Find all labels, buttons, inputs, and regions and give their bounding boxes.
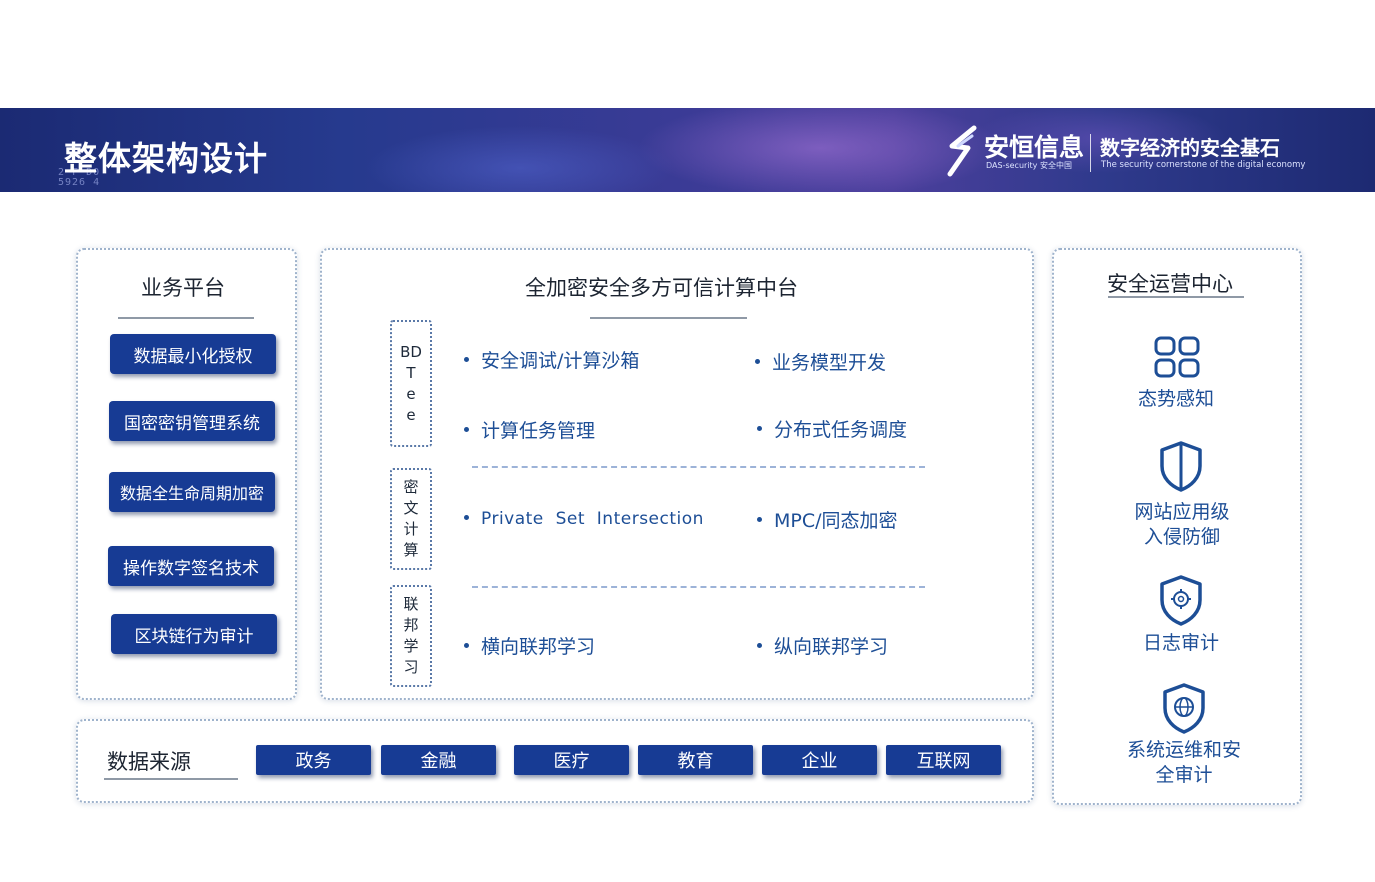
data-sources-title: 数据来源	[107, 750, 191, 774]
page-title: 整体架构设计	[64, 139, 268, 178]
compute-item: 安全调试/计算沙箱	[464, 346, 639, 373]
bullet-icon	[464, 514, 469, 520]
group-label-bdtee: BD T e e	[390, 320, 432, 447]
security-item-line: 日志审计	[1142, 632, 1219, 654]
bullet-icon	[464, 643, 469, 648]
bullet-icon	[755, 359, 760, 364]
group-label-char: 文	[403, 499, 419, 517]
group-label-char: 学	[403, 637, 419, 655]
compute-platform-underline	[590, 317, 747, 319]
group-label-char: e	[406, 405, 416, 424]
security-center-underline	[1108, 296, 1244, 298]
group-label-char: 计	[403, 520, 419, 538]
compute-item: 横向联邦学习	[464, 632, 595, 659]
compute-item: Private Set Intersection	[464, 509, 704, 529]
platform-item-button[interactable]: 区块链行为审计	[111, 614, 277, 654]
data-source-button[interactable]: 医疗	[514, 745, 629, 775]
group-label-char: T	[406, 363, 416, 382]
platform-item-button[interactable]: 数据最小化授权	[110, 334, 276, 374]
slogan: 数字经济的安全基石	[1100, 136, 1280, 160]
data-source-button[interactable]: 教育	[638, 745, 753, 775]
header-banner: 2 F D0 5926 4 整体架构设计 安恒信息 DAS-security 安…	[0, 108, 1375, 192]
compute-item-label: Private Set Intersection	[481, 509, 704, 529]
compute-item-label: 纵向联邦学习	[774, 636, 889, 658]
group-label-federated: 联 邦 学 习	[390, 585, 432, 687]
compute-item-label: 安全调试/计算沙箱	[481, 350, 640, 372]
security-item-label: 态势感知	[1076, 387, 1276, 412]
group-label-char: 密	[403, 478, 419, 496]
bullet-icon	[464, 357, 469, 362]
group-label-char: e	[406, 384, 416, 403]
logo-name: 安恒信息	[984, 133, 1085, 162]
security-item-line: 全审计	[1155, 764, 1213, 786]
platform-item-button[interactable]: 操作数字签名技术	[108, 546, 274, 586]
security-item-label: 网站应用级 入侵防御	[1082, 500, 1282, 550]
platform-item-button[interactable]: 数据全生命周期加密	[109, 472, 275, 512]
compute-platform-title: 全加密安全多方可信计算中台	[525, 276, 798, 300]
compute-item: 纵向联邦学习	[757, 632, 888, 659]
compute-item-label: 分布式任务调度	[774, 419, 908, 441]
bullet-icon	[464, 427, 469, 432]
group-divider	[472, 586, 925, 588]
data-sources-underline	[104, 778, 238, 780]
compute-item-label: 计算任务管理	[481, 420, 596, 442]
group-label-char: BD	[400, 342, 422, 361]
group-label-char: 算	[403, 541, 419, 559]
security-item-line: 态势感知	[1137, 388, 1214, 410]
compute-item-label: MPC/同态加密	[774, 510, 898, 532]
shield-icon	[1160, 441, 1202, 492]
slogan-en: The security cornerstone of the digital …	[1101, 160, 1306, 170]
logo-separator	[1090, 134, 1091, 172]
das-logo-icon	[947, 125, 977, 177]
bullet-icon	[757, 517, 762, 522]
compute-item-label: 业务模型开发	[772, 352, 887, 374]
business-platform-title: 业务平台	[141, 276, 225, 300]
bullet-icon	[757, 643, 762, 648]
compute-item: 计算任务管理	[464, 416, 595, 443]
security-item-label: 系统运维和安 全审计	[1084, 738, 1284, 788]
compute-item: 分布式任务调度	[757, 415, 907, 442]
gear-shield-icon	[1160, 575, 1202, 626]
group-label-char: 邦	[403, 616, 419, 634]
data-source-button[interactable]: 互联网	[886, 745, 1001, 775]
compute-item: 业务模型开发	[755, 348, 886, 375]
data-source-button[interactable]: 政务	[256, 745, 371, 775]
security-center-title: 安全运营中心	[1107, 272, 1233, 296]
group-label-char: 联	[403, 595, 419, 613]
globe-shield-icon	[1163, 683, 1205, 734]
group-divider	[472, 466, 925, 468]
logo-sub: DAS-security 安全中国	[986, 161, 1072, 170]
data-source-button[interactable]: 企业	[762, 745, 877, 775]
business-platform-underline	[118, 317, 254, 319]
platform-item-button[interactable]: 国密密钥管理系统	[109, 401, 275, 441]
security-item-line: 入侵防御	[1143, 526, 1220, 548]
group-label-ciphertext: 密 文 计 算	[390, 468, 432, 570]
compute-item: MPC/同态加密	[757, 506, 898, 533]
bullet-icon	[757, 426, 762, 431]
data-source-button[interactable]: 金融	[381, 745, 496, 775]
security-item-line: 网站应用级	[1134, 501, 1230, 523]
grid-icon	[1154, 336, 1200, 378]
security-item-line: 系统运维和安	[1126, 739, 1241, 761]
group-label-char: 习	[403, 658, 419, 676]
security-item-label: 日志审计	[1081, 631, 1281, 656]
compute-item-label: 横向联邦学习	[481, 636, 596, 658]
